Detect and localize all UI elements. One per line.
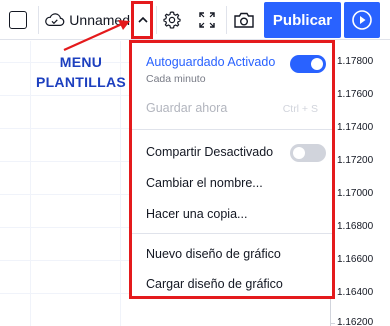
share-item[interactable]: Compartir Desactivado [146, 145, 273, 159]
fullscreen-button[interactable] [193, 0, 221, 40]
load-layout-item[interactable]: Cargar diseño de gráfico [146, 277, 283, 291]
replay-button[interactable] [344, 2, 380, 38]
select-layout-button[interactable] [4, 0, 32, 40]
share-toggle[interactable] [290, 144, 326, 162]
price-label: 1.17400 [337, 122, 374, 133]
play-circle-icon [352, 10, 372, 30]
gear-icon [163, 11, 181, 29]
price-axis[interactable]: 1.17800 1.17600 1.17400 1.17200 1.17000 … [330, 41, 390, 326]
top-toolbar: Unnamed Publicar [0, 0, 390, 40]
toolbar-divider [156, 6, 157, 34]
templates-dropdown-menu: Autoguardado Activado Cada minuto Guarda… [129, 40, 335, 299]
toggle-knob [293, 147, 305, 159]
annotation-line-1: MENU [59, 54, 103, 70]
new-layout-item[interactable]: Nuevo diseño de gráfico [146, 247, 281, 261]
save-now-item[interactable]: Guardar ahora [146, 101, 227, 115]
menu-divider [132, 129, 332, 130]
menu-annotation: MENU PLANTILLAS [34, 52, 128, 92]
price-label: 1.17000 [337, 188, 374, 199]
toggle-knob [311, 58, 323, 70]
rename-item[interactable]: Cambiar el nombre... [146, 176, 263, 190]
grid-line [30, 41, 31, 326]
camera-icon [234, 12, 254, 28]
annotation-line-2: PLANTILLAS [35, 74, 127, 90]
autosave-item[interactable]: Autoguardado Activado [146, 55, 275, 69]
settings-button[interactable] [158, 0, 186, 40]
price-tick [331, 323, 335, 324]
square-checkbox-icon [9, 11, 27, 29]
publish-button[interactable]: Publicar [264, 2, 341, 38]
price-label: 1.16600 [337, 254, 374, 265]
save-now-shortcut: Ctrl + S [282, 103, 318, 115]
toolbar-divider [38, 6, 39, 34]
price-label: 1.17200 [337, 155, 374, 166]
price-label: 1.17800 [337, 56, 374, 67]
make-copy-item[interactable]: Hacer una copia... [146, 207, 247, 221]
fullscreen-icon [199, 12, 215, 28]
price-label: 1.17600 [337, 89, 374, 100]
price-label: 1.16400 [337, 287, 374, 298]
menu-divider [132, 233, 332, 234]
snapshot-button[interactable] [229, 0, 259, 40]
autosave-toggle[interactable] [290, 55, 326, 73]
toolbar-divider [226, 6, 227, 34]
price-label: 1.16800 [337, 221, 374, 232]
autosave-interval: Cada minuto [146, 73, 206, 85]
price-label: 1.16200 [337, 317, 374, 326]
annotation-arrow [63, 20, 130, 52]
